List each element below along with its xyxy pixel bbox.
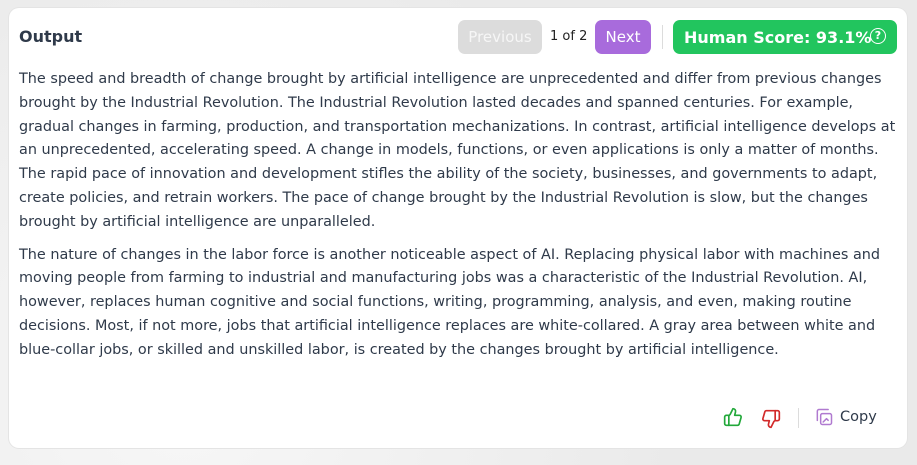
output-card: Output Previous 1 of 2 Next Human Score:… xyxy=(9,8,907,448)
thumbs-down-icon[interactable] xyxy=(760,408,782,430)
output-footer: Copy xyxy=(9,400,907,436)
output-title: Output xyxy=(19,27,83,46)
copy-label: Copy xyxy=(840,409,877,425)
human-score-label: Human Score: 93.1% xyxy=(684,27,872,47)
footer-divider xyxy=(798,408,799,428)
previous-button[interactable]: Previous xyxy=(458,20,542,54)
output-paragraph: The nature of changes in the labor force… xyxy=(19,246,881,358)
page-indicator: 1 of 2 xyxy=(550,29,588,44)
thumbs-up-icon[interactable] xyxy=(722,406,744,428)
next-button[interactable]: Next xyxy=(595,20,651,54)
copy-icon xyxy=(814,407,834,427)
output-text: The speed and breadth of change brought … xyxy=(19,68,897,372)
output-paragraph: The speed and breadth of change brought … xyxy=(19,71,896,230)
help-circle-icon[interactable]: ? xyxy=(870,28,886,44)
copy-button[interactable]: Copy xyxy=(814,405,877,429)
human-score-badge[interactable]: Human Score: 93.1% ? xyxy=(673,20,897,54)
header-divider xyxy=(662,25,663,49)
output-header: Output Previous 1 of 2 Next Human Score:… xyxy=(9,8,907,68)
